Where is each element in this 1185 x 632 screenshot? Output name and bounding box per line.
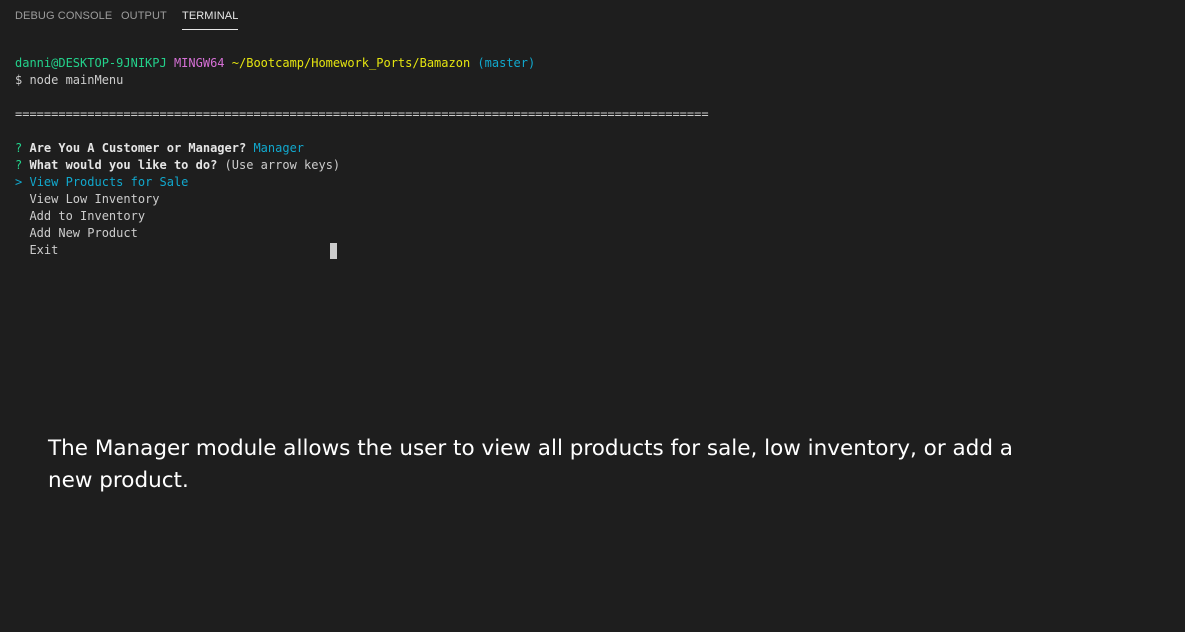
menu-option-add-to-inventory[interactable]: Add to Inventory — [15, 208, 145, 225]
panel-tab-bar: DEBUG CONSOLE OUTPUT TERMINAL — [0, 0, 1185, 34]
pointer-icon: > — [15, 175, 23, 189]
caption-text: The Manager module allows the user to vi… — [48, 436, 1013, 493]
prompt-env: MINGW64 — [173, 56, 225, 70]
menu-option-view-products[interactable]: > View Products for Sale — [15, 174, 188, 191]
prompt-user: danni@DESKTOP-9JNIKPJ — [15, 56, 167, 70]
answer-text: Manager — [253, 141, 305, 155]
prompt-line: danni@DESKTOP-9JNIKPJ MINGW64 ~/Bootcamp… — [15, 55, 535, 72]
menu-option-label: View Low Inventory — [29, 192, 160, 206]
tab-debug-console[interactable]: DEBUG CONSOLE — [15, 10, 112, 22]
menu-option-add-new-product[interactable]: Add New Product — [15, 225, 138, 242]
tab-terminal[interactable]: TERMINAL — [182, 10, 239, 30]
hint-text: (Use arrow keys) — [224, 158, 341, 172]
separator-line: ========================================… — [15, 107, 709, 121]
question-what-to-do: ? What would you like to do? (Use arrow … — [15, 157, 340, 174]
menu-option-exit[interactable]: Exit — [15, 242, 58, 259]
question-mark: ? — [15, 158, 23, 172]
command-line: $ node mainMenu — [15, 73, 124, 87]
terminal-cursor — [330, 243, 337, 259]
menu-option-label: Exit — [29, 243, 59, 257]
question-text: What would you like to do? — [29, 158, 218, 172]
menu-option-label: Add to Inventory — [29, 209, 146, 223]
question-mark: ? — [15, 141, 23, 155]
tab-output[interactable]: OUTPUT — [121, 10, 167, 22]
menu-option-label: View Products for Sale — [29, 175, 189, 189]
menu-option-view-low-inventory[interactable]: View Low Inventory — [15, 191, 160, 208]
menu-option-label: Add New Product — [29, 226, 138, 240]
prompt-path: ~/Bootcamp/Homework_Ports/Bamazon — [231, 56, 471, 70]
question-customer-or-manager: ? Are You A Customer or Manager? Manager — [15, 140, 304, 157]
prompt-branch: (master) — [477, 56, 536, 70]
question-text: Are You A Customer or Manager? — [29, 141, 247, 155]
terminal-view[interactable]: danni@DESKTOP-9JNIKPJ MINGW64 ~/Bootcamp… — [15, 55, 1175, 385]
